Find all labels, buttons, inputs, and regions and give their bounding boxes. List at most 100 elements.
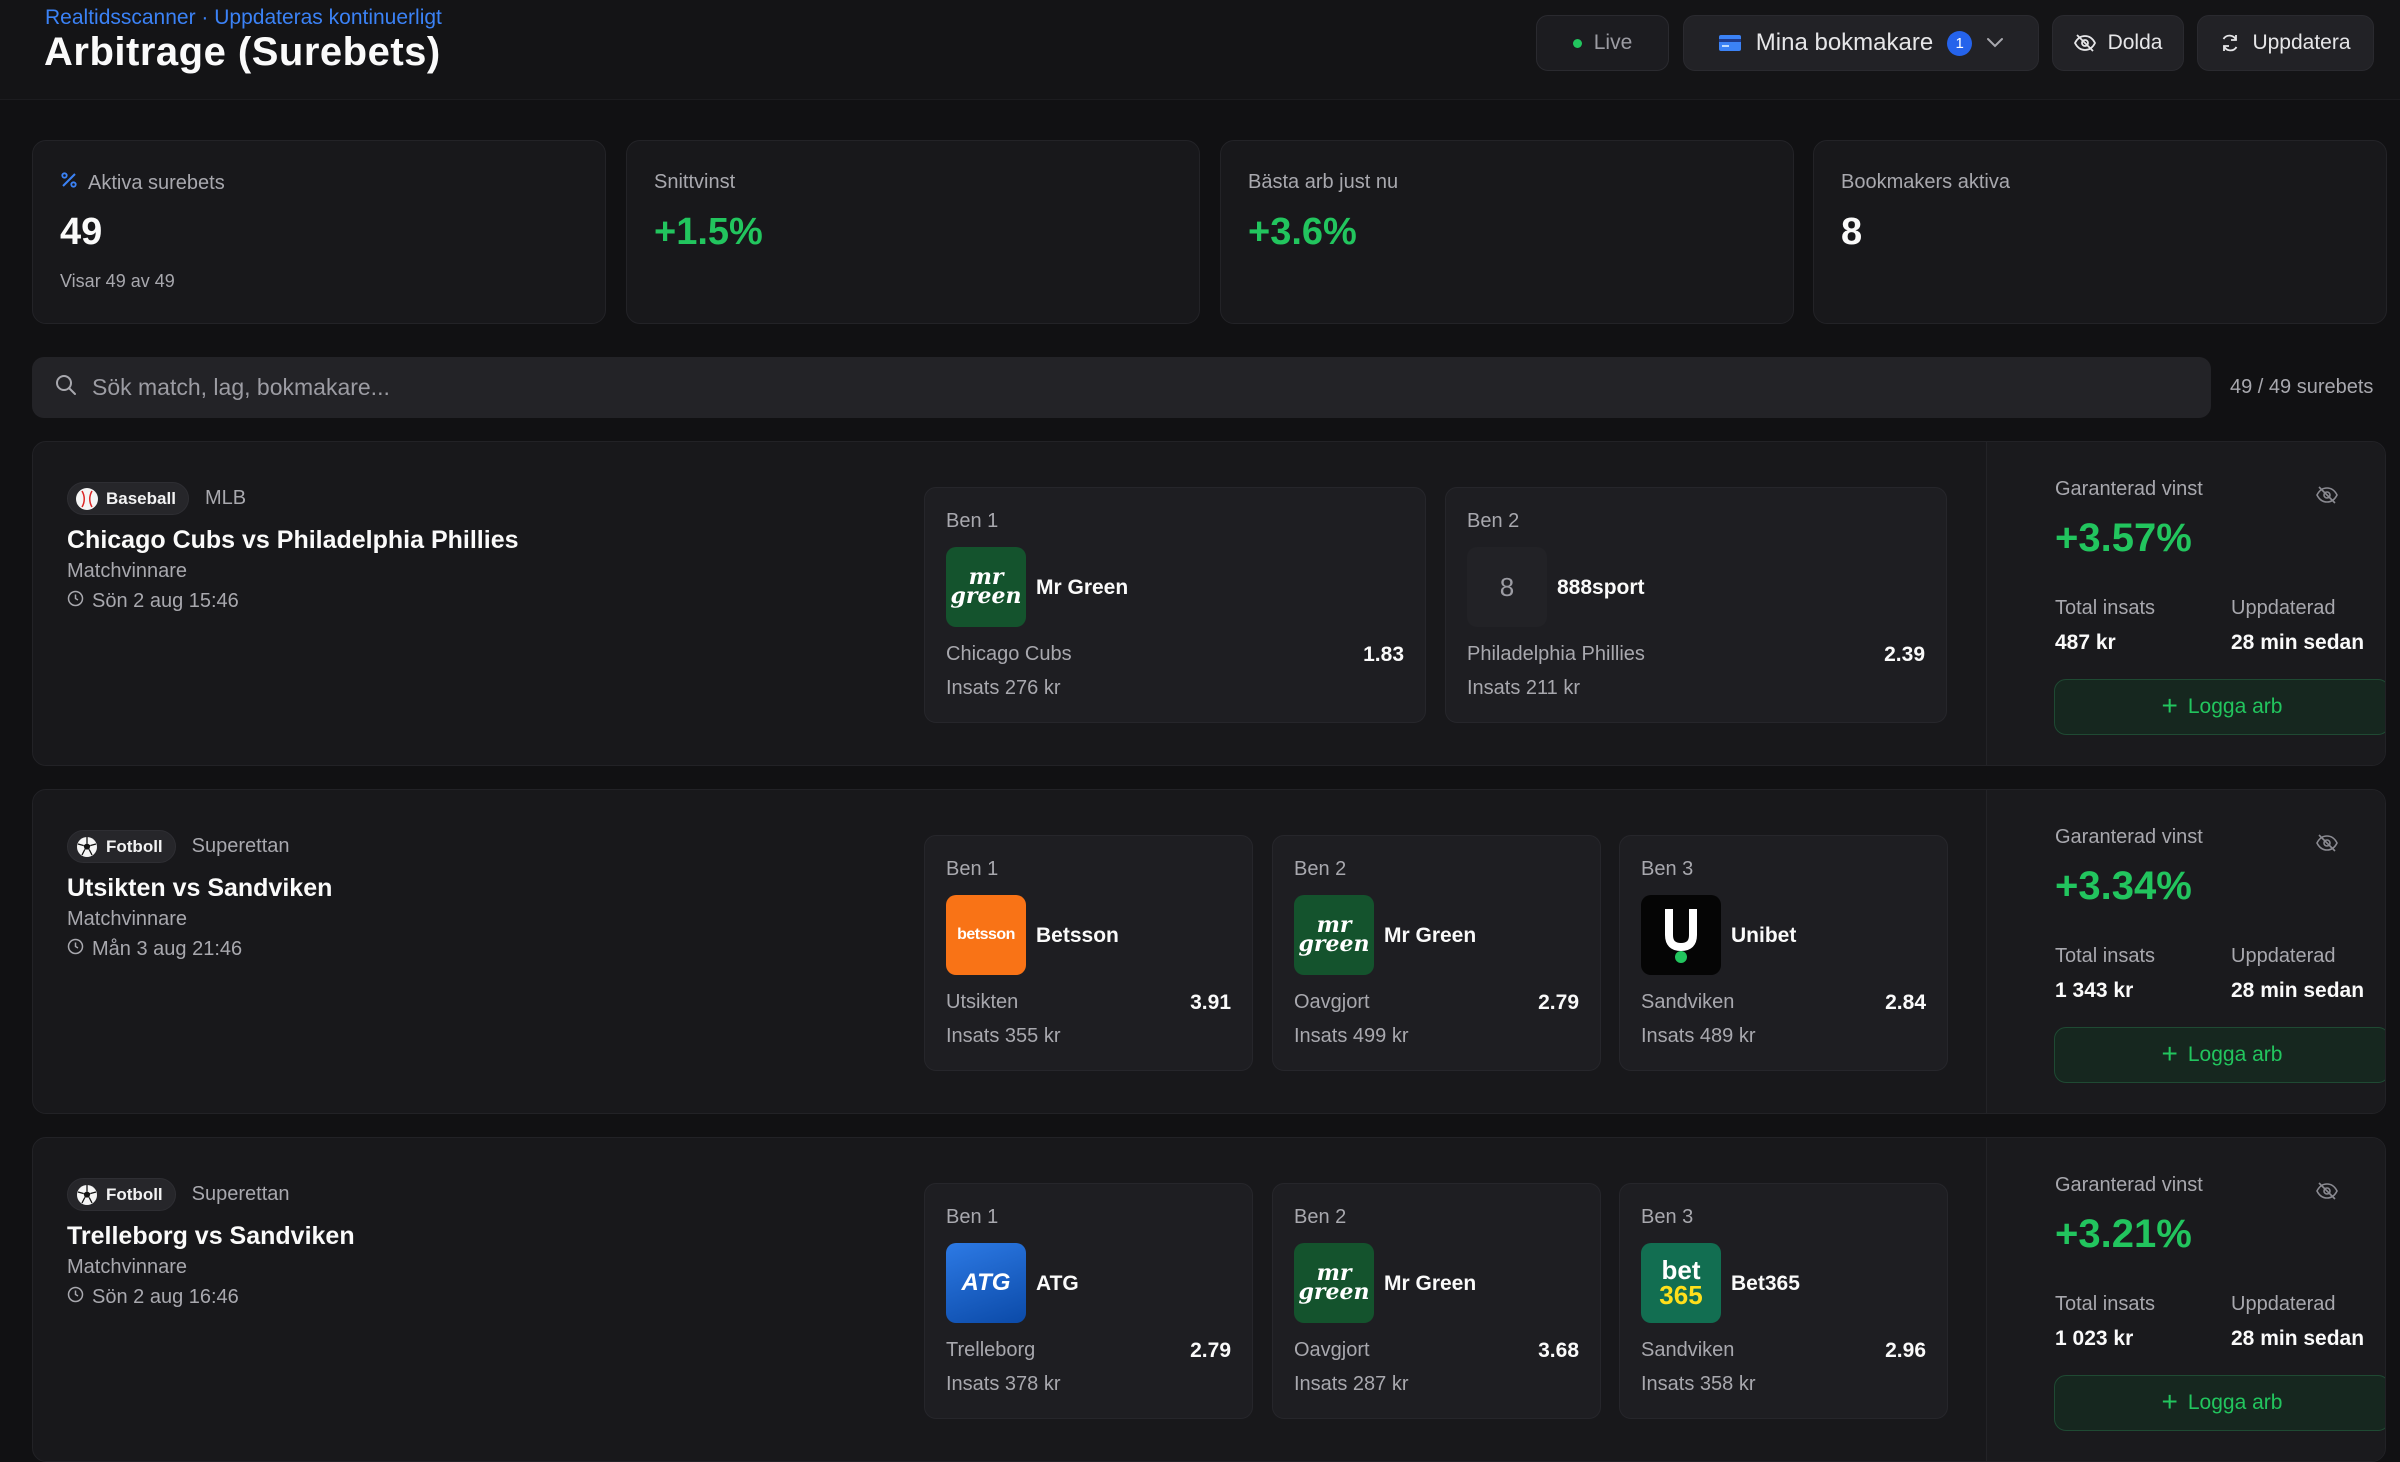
leg-stake: Insats 378 kr: [946, 1373, 1061, 1395]
search-input[interactable]: [92, 374, 2211, 401]
log-arb-button[interactable]: + Logga arb: [2054, 1027, 2385, 1083]
leg-odds: 2.96: [1885, 1339, 1926, 1362]
my-bookmakers-label: Mina bokmakare: [1755, 29, 1934, 56]
stat-label: Bookmakers aktiva: [1841, 171, 2010, 193]
plus-icon: +: [2161, 689, 2178, 721]
leg-odds: 2.84: [1885, 991, 1926, 1014]
bet-leg[interactable]: Ben 1 mr green Mr Green Chicago Cubs 1.83…: [924, 487, 1426, 723]
search-bar[interactable]: [32, 357, 2211, 418]
leg-outcome: Utsikten: [946, 991, 1019, 1013]
leg-label: Ben 2: [1294, 858, 1347, 880]
live-indicator[interactable]: Live: [1536, 15, 1669, 71]
football-icon: [76, 1184, 98, 1206]
bet365-logo: bet 365: [1641, 1243, 1721, 1323]
refresh-icon: [2220, 33, 2240, 53]
updated-value: 28 min sedan: [2231, 631, 2365, 654]
total-stake-label: Total insats: [2055, 1293, 2156, 1315]
bet-leg[interactable]: Ben 3 bet 365 Bet365 Sandviken 2.96 Insat…: [1619, 1183, 1948, 1419]
search-icon: [54, 373, 78, 402]
bookmaker-name: Mr Green: [1384, 924, 1477, 947]
leg-odds: 2.79: [1538, 991, 1579, 1014]
match-title: Trelleborg vs Sandviken: [67, 1222, 355, 1250]
refresh-label: Uppdatera: [2252, 31, 2351, 54]
profit-value: +3.57%: [2055, 516, 2192, 560]
football-icon: [76, 836, 98, 858]
leg-odds: 2.39: [1884, 643, 1925, 666]
leg-stake: Insats 358 kr: [1641, 1373, 1756, 1395]
live-dot-icon: [1572, 38, 1582, 48]
stat-subtext: Visar 49 av 49: [60, 271, 175, 291]
surebet-card: Fotboll Superettan Trelleborg vs Sandvik…: [32, 1137, 2386, 1462]
kickoff-time: Sön 2 aug 16:46: [67, 1286, 239, 1309]
clock-icon: [67, 1286, 84, 1309]
guaranteed-label: Garanterad vinst: [2055, 826, 2203, 848]
leg-outcome: Oavgjort: [1294, 991, 1370, 1013]
bet-leg[interactable]: Ben 2 8 888sport Philadelphia Phillies 2…: [1445, 487, 1947, 723]
leg-stake: Insats 211 kr: [1467, 677, 1581, 699]
leg-label: Ben 2: [1294, 1206, 1347, 1228]
stat-label: Aktiva surebets: [88, 171, 225, 194]
league-label: Superettan: [191, 835, 290, 857]
stat-value: 49: [60, 211, 103, 253]
log-arb-button[interactable]: + Logga arb: [2054, 1375, 2385, 1431]
leg-label: Ben 2: [1467, 510, 1520, 532]
match-title: Utsikten vs Sandviken: [67, 874, 333, 902]
leg-outcome: Sandviken: [1641, 1339, 1735, 1361]
bet-leg[interactable]: Ben 1 ATG ATG Trelleborg 2.79 Insats 378…: [924, 1183, 1253, 1419]
leg-label: Ben 1: [946, 858, 999, 880]
guaranteed-label: Garanterad vinst: [2055, 478, 2203, 500]
888sport-logo: 8: [1467, 547, 1547, 627]
my-bookmakers-dropdown[interactable]: Mina bokmakare 1: [1683, 15, 2039, 71]
stat-value: +1.5%: [654, 211, 763, 253]
leg-odds: 3.68: [1538, 1339, 1579, 1362]
total-stake-value: 1 343 kr: [2055, 979, 2134, 1002]
bet-leg[interactable]: Ben 2 mr green Mr Green Oavgjort 3.68 Ins…: [1272, 1183, 1601, 1419]
market-label: Matchvinnare: [67, 908, 188, 930]
total-stake-value: 1 023 kr: [2055, 1327, 2134, 1350]
plus-icon: +: [2161, 1037, 2178, 1069]
stat-value: +3.6%: [1248, 211, 1357, 253]
profit-value: +3.21%: [2055, 1212, 2192, 1256]
market-label: Matchvinnare: [67, 1256, 188, 1278]
leg-outcome: Sandviken: [1641, 991, 1735, 1013]
total-stake-label: Total insats: [2055, 945, 2156, 967]
hidden-label: Dolda: [2107, 31, 2163, 54]
bet-leg[interactable]: Ben 2 mr green Mr Green Oavgjort 2.79 Ins…: [1272, 835, 1601, 1071]
leg-label: Ben 1: [946, 1206, 999, 1228]
leg-odds: 3.91: [1190, 991, 1231, 1014]
leg-stake: Insats 287 kr: [1294, 1373, 1409, 1395]
leg-odds: 1.83: [1363, 643, 1404, 666]
refresh-button[interactable]: Uppdatera: [2197, 15, 2374, 71]
betsson-logo: betsson: [946, 895, 1026, 975]
bet-leg[interactable]: Ben 3 Unibet Sandviken 2.84 Insats 489 k…: [1619, 835, 1948, 1071]
unibet-logo: [1641, 895, 1721, 975]
stat-label: Bästa arb just nu: [1248, 171, 1399, 193]
hide-surebet-icon[interactable]: [2316, 486, 2338, 509]
total-stake-value: 487 kr: [2055, 631, 2116, 654]
stat-card-avg-profit: Snittvinst +1.5%: [626, 140, 1200, 324]
total-stake-label: Total insats: [2055, 597, 2156, 619]
match-title: Chicago Cubs vs Philadelphia Phillies: [67, 526, 519, 554]
league-label: Superettan: [191, 1183, 290, 1205]
leg-outcome: Chicago Cubs: [946, 643, 1072, 665]
stat-card-bookmakers: Bookmakers aktiva 8: [1813, 140, 2387, 324]
bet-leg[interactable]: Ben 1 betsson Betsson Utsikten 3.91 Insa…: [924, 835, 1253, 1071]
bookmaker-name: Mr Green: [1036, 576, 1129, 599]
leg-outcome: Philadelphia Phillies: [1467, 643, 1645, 665]
hide-surebet-icon[interactable]: [2316, 834, 2338, 857]
clock-icon: [67, 590, 84, 613]
hidden-button[interactable]: Dolda: [2052, 15, 2184, 71]
bookmaker-name: 888sport: [1557, 576, 1645, 599]
page-header: Realtidsscanner · Uppdateras kontinuerli…: [0, 0, 2400, 100]
percent-icon: [60, 171, 78, 195]
leg-label: Ben 1: [946, 510, 999, 532]
hide-surebet-icon[interactable]: [2316, 1182, 2338, 1205]
updated-label: Uppdaterad: [2231, 1293, 2336, 1315]
bookmaker-name: Bet365: [1731, 1272, 1800, 1295]
updated-value: 28 min sedan: [2231, 979, 2365, 1002]
updated-label: Uppdaterad: [2231, 945, 2336, 967]
bookmaker-name: ATG: [1036, 1272, 1079, 1295]
mr-green-logo: mr green: [1294, 895, 1374, 975]
log-arb-button[interactable]: + Logga arb: [2054, 679, 2385, 735]
live-label: Live: [1593, 31, 1633, 54]
